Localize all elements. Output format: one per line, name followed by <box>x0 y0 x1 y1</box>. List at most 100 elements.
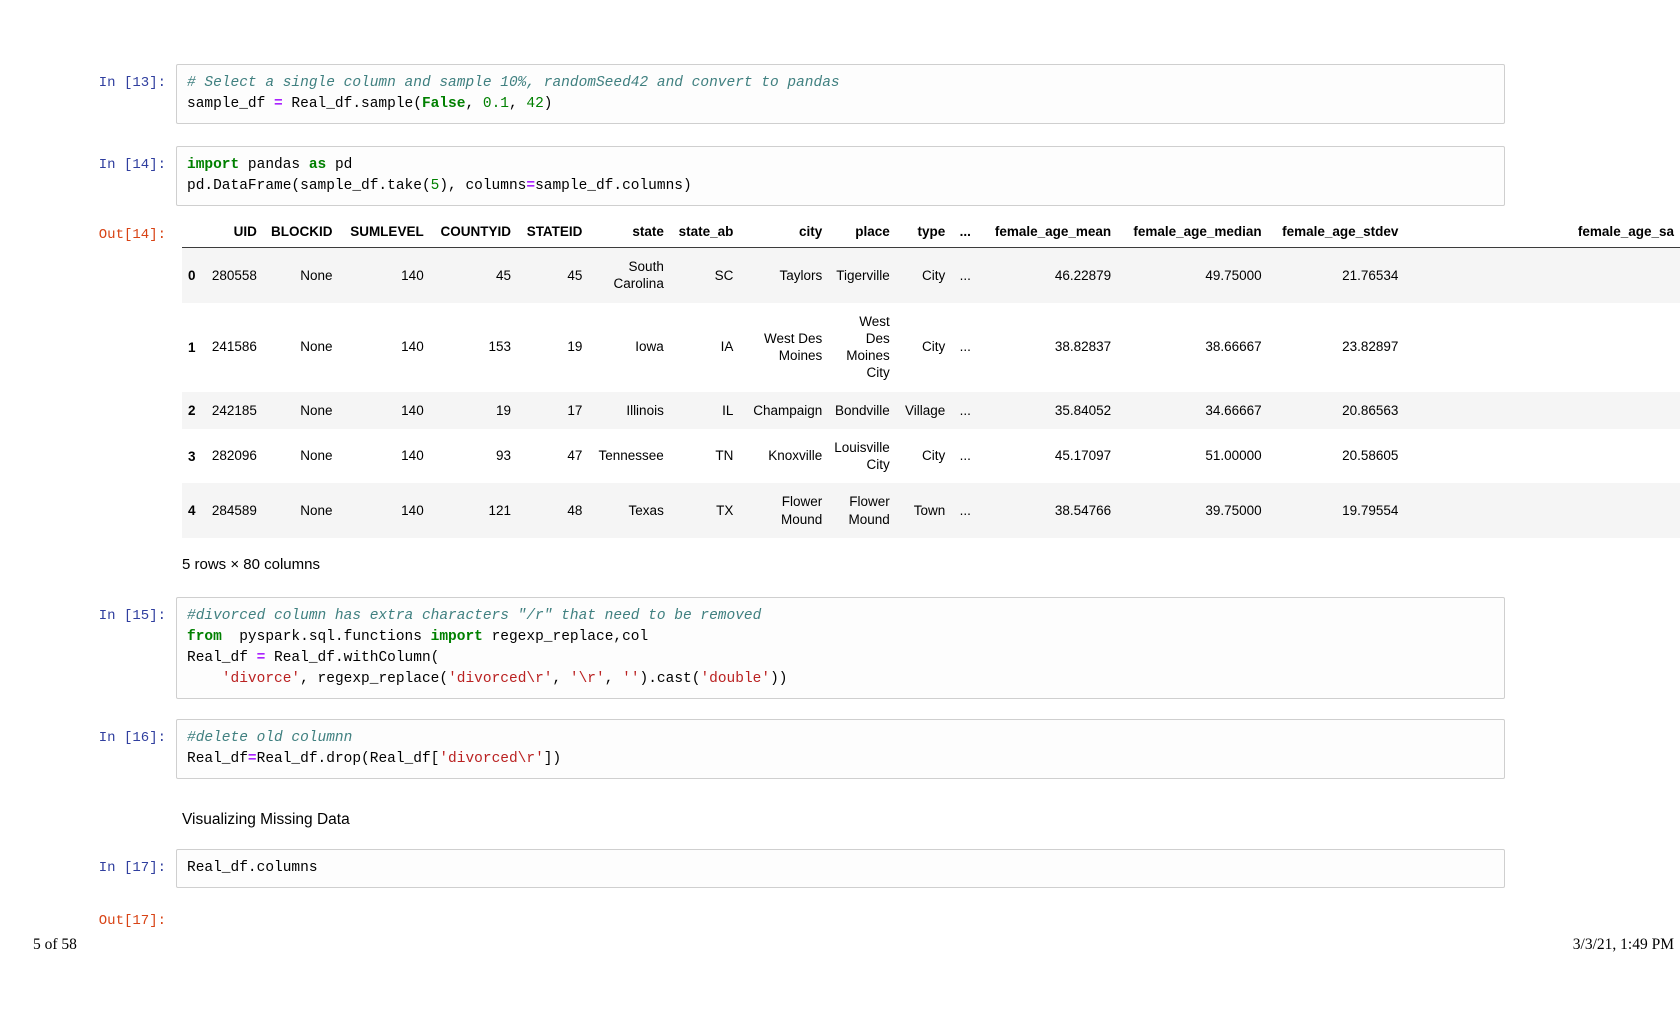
column-header: state_ab <box>670 216 740 248</box>
table-cell: SC <box>670 248 740 303</box>
table-cell: 282096 <box>202 429 263 484</box>
code-token: Real_df <box>187 650 257 666</box>
dataframe-scroll-area: UIDBLOCKIDSUMLEVELCOUNTYIDSTATEIDstatest… <box>176 216 1680 538</box>
cell-content: # Select a single column and sample 10%,… <box>176 64 1505 124</box>
code-token: as <box>309 157 326 173</box>
code-token: #divorced column has extra characters "/… <box>187 608 761 624</box>
input-prompt: In [16]: <box>0 719 176 749</box>
column-header: place <box>828 216 896 248</box>
column-header: STATEID <box>517 216 588 248</box>
code-input-area: Real_df.columns <box>176 849 1505 888</box>
code-line: 'divorce', regexp_replace('divorced\r', … <box>187 669 1494 690</box>
table-cell: 140 <box>339 248 430 303</box>
table-cell: 17 <box>517 392 588 429</box>
table-cell: 51.00000 <box>1117 429 1268 484</box>
code-token: , <box>553 671 570 687</box>
table-cell: None <box>263 248 339 303</box>
code-line: # Select a single column and sample 10%,… <box>187 73 1494 94</box>
code-token: = <box>248 751 257 767</box>
table-cell: 280558 <box>202 248 263 303</box>
code-line: import pandas as pd <box>187 155 1494 176</box>
code-token: sample_df <box>187 96 274 112</box>
table-cell <box>1404 392 1680 429</box>
table-cell: South Carolina <box>588 248 669 303</box>
code-token: 'divorce' <box>222 671 300 687</box>
table-cell: 242185 <box>202 392 263 429</box>
column-header: COUNTYID <box>430 216 517 248</box>
table-cell: Iowa <box>588 303 669 392</box>
code-line: Real_df=Real_df.drop(Real_df['divorced\r… <box>187 749 1494 770</box>
input-prompt: In [13]: <box>0 64 176 94</box>
code-token: '' <box>622 671 639 687</box>
table-cell: None <box>263 303 339 392</box>
table-cell: Taylors <box>739 248 828 303</box>
table-cell: Bondville <box>828 392 896 429</box>
table-cell: 20.86563 <box>1268 392 1405 429</box>
table-cell: 45 <box>517 248 588 303</box>
table-cell: Tennessee <box>588 429 669 484</box>
code-token: 'double' <box>700 671 770 687</box>
table-cell: Champaign <box>739 392 828 429</box>
table-header: UIDBLOCKIDSUMLEVELCOUNTYIDSTATEIDstatest… <box>182 216 1680 248</box>
column-header: type <box>896 216 952 248</box>
table-cell: 153 <box>430 303 517 392</box>
table-cell: TX <box>670 483 740 538</box>
code-token: 42 <box>526 96 543 112</box>
column-header: female_age_median <box>1117 216 1268 248</box>
table-cell: City <box>896 429 952 484</box>
code-line: #delete old columnn <box>187 728 1494 749</box>
cell-in16: In [16]:#delete old columnnReal_df=Real_… <box>0 719 1680 779</box>
table-cell: 38.82837 <box>977 303 1117 392</box>
table-cell: IL <box>670 392 740 429</box>
code-token: False <box>422 96 466 112</box>
table-cell: 140 <box>339 483 430 538</box>
table-row: 4284589None14012148TexasTXFlower MoundFl… <box>182 483 1680 538</box>
code-token: Real_df.sample( <box>283 96 422 112</box>
code-token: = <box>526 178 535 194</box>
code-token <box>187 671 222 687</box>
table-cell: 20.58605 <box>1268 429 1405 484</box>
table-cell: ... <box>951 248 977 303</box>
column-header <box>182 216 202 248</box>
row-index: 1 <box>182 303 202 392</box>
dataframe-table: UIDBLOCKIDSUMLEVELCOUNTYIDSTATEIDstatest… <box>182 216 1680 538</box>
table-body: 0280558None1404545South CarolinaSCTaylor… <box>182 248 1680 538</box>
code-line: Real_df.columns <box>187 858 1494 879</box>
output-cell-out17: Out[17]: <box>0 902 1680 932</box>
table-row: 3282096None1409347TennesseeTNKnoxvilleLo… <box>182 429 1680 484</box>
code-line: Real_df = Real_df.withColumn( <box>187 648 1494 669</box>
table-cell: 38.66667 <box>1117 303 1268 392</box>
column-header: female_age_mean <box>977 216 1117 248</box>
cell-content: UIDBLOCKIDSUMLEVELCOUNTYIDSTATEIDstatest… <box>176 216 1680 573</box>
code-token: from <box>187 629 222 645</box>
code-token: pyspark.sql.functions <box>222 629 431 645</box>
table-cell: 35.84052 <box>977 392 1117 429</box>
table-cell: 21.76534 <box>1268 248 1405 303</box>
table-cell: Tigerville <box>828 248 896 303</box>
code-input-area: #delete old columnnReal_df=Real_df.drop(… <box>176 719 1505 779</box>
cell-md1: Visualizing Missing Data <box>0 809 1680 829</box>
table-cell: Flower Mound <box>739 483 828 538</box>
code-token: , <box>509 96 526 112</box>
code-line: #divorced column has extra characters "/… <box>187 606 1494 627</box>
cell-content: Visualizing Missing Data <box>176 809 1680 829</box>
table-cell: Texas <box>588 483 669 538</box>
code-line: pd.DataFrame(sample_df.take(5), columns=… <box>187 176 1494 197</box>
code-token: Real_df.columns <box>187 860 318 876</box>
table-cell: 284589 <box>202 483 263 538</box>
markdown-text: Visualizing Missing Data <box>182 809 1680 829</box>
table-cell: 19.79554 <box>1268 483 1405 538</box>
table-cell: Village <box>896 392 952 429</box>
code-token: '\r' <box>570 671 605 687</box>
row-index: 2 <box>182 392 202 429</box>
column-header: ... <box>951 216 977 248</box>
table-header-row: UIDBLOCKIDSUMLEVELCOUNTYIDSTATEIDstatest… <box>182 216 1680 248</box>
code-token: pd.DataFrame(sample_df.take( <box>187 178 431 194</box>
code-token: Real_df.withColumn( <box>265 650 439 666</box>
code-token: 'divorced\r' <box>448 671 552 687</box>
table-cell: 45 <box>430 248 517 303</box>
cell-content: #delete old columnnReal_df=Real_df.drop(… <box>176 719 1505 779</box>
table-cell: ... <box>951 392 977 429</box>
column-header: UID <box>202 216 263 248</box>
input-prompt: In [14]: <box>0 146 176 176</box>
